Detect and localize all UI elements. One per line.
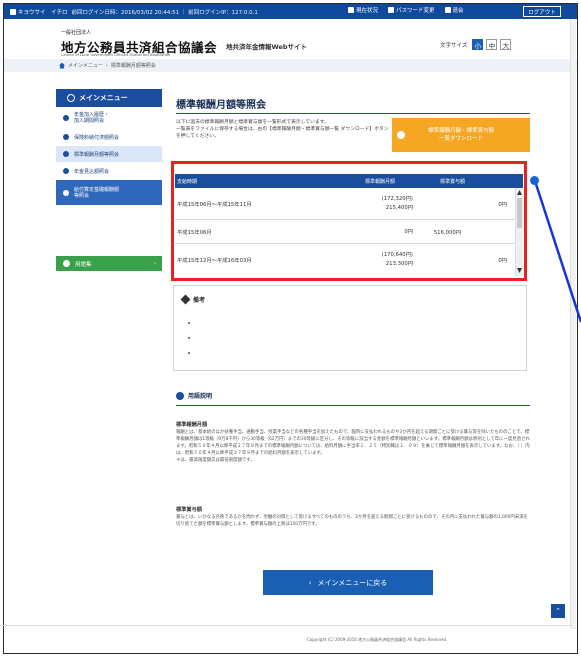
callout-marker-dot xyxy=(530,176,539,185)
download-button-label: 標準報酬月額・標準賞与額 一覧ダウンロード xyxy=(427,128,494,142)
download-icon xyxy=(397,131,405,139)
user-icon xyxy=(10,8,16,15)
table-highlight-box xyxy=(171,161,527,281)
question-icon xyxy=(176,391,184,400)
glossary-divider xyxy=(176,405,530,406)
lock-icon xyxy=(388,7,395,13)
term-text-monthly: 報酬とは、基本給のほか扶養手当、通勤手当、残業手当などの各種手当を加えたもので、… xyxy=(176,430,530,463)
sidebar-item-label: 年金見込額照会 xyxy=(74,168,110,175)
user-name: キヨウサイ イチロ xyxy=(10,8,68,16)
breadcrumb-current: 標準報酬月額等照会 xyxy=(110,63,156,69)
font-size-switcher: 文字サイズ 小 中 大 xyxy=(440,39,512,50)
chevron-up-icon: ⌃ xyxy=(555,607,561,615)
top-bar: キヨウサイ イチロ 前回ログイン日時：2016/03/02 20:44:51 ｜… xyxy=(4,4,577,19)
chevron-left-icon: ‹ xyxy=(308,578,312,587)
sidebar-item-label: 年金加入履歴・ 加入期間照会 xyxy=(74,112,110,124)
password-link[interactable]: パスワード変更 xyxy=(388,6,435,14)
font-size-small-button[interactable]: 小 xyxy=(472,39,484,50)
chevron-right-icon: › xyxy=(154,260,156,267)
sidebar-heading: メインメニュー xyxy=(56,89,162,107)
font-size-label: 文字サイズ xyxy=(440,42,468,49)
page-top-button[interactable]: ⌃ xyxy=(551,604,565,618)
copyright: Copyright (C) 2009-2016 地方公務員共済組合協議会 All… xyxy=(307,637,448,642)
home-icon[interactable] xyxy=(59,62,65,69)
sidebar-item-label: 保険料納付済額照会 xyxy=(74,134,120,141)
breadcrumb-menu-link[interactable]: メインメニュー xyxy=(68,62,103,69)
user-label: キヨウサイ イチロ xyxy=(18,9,68,16)
breadcrumb-separator: › xyxy=(105,62,108,69)
term-title-bonus: 標準賞与額 xyxy=(176,507,202,513)
intro-text: 以下に過去の標準報酬月額と標準賞与額を一覧形式で表示しています。 一覧表をファイ… xyxy=(176,120,389,139)
remarks-box: 備考 xyxy=(173,285,527,371)
remarks-title-label: 備考 xyxy=(193,297,206,304)
sidebar-item-label: 標準報酬月額等照会 xyxy=(74,151,120,158)
withdraw-link[interactable]: 退会 xyxy=(444,6,464,14)
sidebar-item-label: 給付算定基礎報酬額 等照会 xyxy=(74,186,120,199)
term-text-bonus: 賞与とは、いかなる名称であるかを問わず、労働の対償として受けるすべてのもののうち… xyxy=(176,515,528,527)
glossary-label: 用語集 xyxy=(75,261,92,268)
password-link-label: パスワード変更 xyxy=(396,8,435,14)
remarks-title: 備考 xyxy=(180,294,206,305)
status-link-label: 現在状況 xyxy=(356,8,379,14)
title-divider xyxy=(176,113,530,114)
status-icon xyxy=(348,7,354,13)
glossary-section-label: 用語説明 xyxy=(188,393,213,400)
glossary-button[interactable]: 用語集 › xyxy=(56,256,162,271)
back-to-menu-button[interactable]: ‹ メインメニューに戻る xyxy=(263,570,433,595)
page-title: 標準報酬月額等照会 xyxy=(176,100,266,111)
withdraw-link-label: 退会 xyxy=(452,8,464,14)
login-info: 前回ログイン日時：2016/03/02 20:44:51 ｜ 前回ログインIP：… xyxy=(71,9,258,16)
sidebar-item-enrollment-history[interactable]: 年金加入履歴・ 加入期間照会 xyxy=(56,107,162,128)
breadcrumb: メインメニュー › 標準報酬月額等照会 xyxy=(4,59,577,72)
sidebar-menu: 年金加入履歴・ 加入期間照会 保険料納付済額照会 標準報酬月額等照会 年金見込額… xyxy=(56,107,162,205)
org-english-name: Council of Local Government Officials Mu… xyxy=(61,53,171,57)
person-icon xyxy=(444,7,451,13)
sidebar-item-pension-estimate[interactable]: 年金見込額照会 xyxy=(56,162,162,179)
footer-divider xyxy=(0,625,573,626)
download-button[interactable]: 標準報酬月額・標準賞与額 一覧ダウンロード xyxy=(392,118,530,152)
sidebar-heading-label: メインメニュー xyxy=(79,94,128,102)
remarks-bullet xyxy=(188,352,190,354)
term-title-monthly: 標準報酬月額 xyxy=(176,422,208,428)
remarks-bullet xyxy=(188,337,190,339)
back-to-menu-label: メインメニューに戻る xyxy=(317,578,388,587)
font-size-medium-button[interactable]: 中 xyxy=(486,39,498,50)
logout-button[interactable]: ログアウト xyxy=(523,6,561,17)
top-links: 現在状況 パスワード変更 退会 xyxy=(348,6,464,14)
org-type: 一般社団法人 xyxy=(61,30,92,36)
remarks-bullet xyxy=(188,322,190,324)
sidebar-item-premium-paid[interactable]: 保険料納付済額照会 xyxy=(56,128,162,145)
glossary-icon xyxy=(63,260,70,267)
sidebar-item-standard-remuneration[interactable]: 標準報酬月額等照会 xyxy=(56,145,162,162)
site-name: 地共済年金情報Webサイト xyxy=(226,43,307,51)
sidebar-item-benefit-basis[interactable]: 給付算定基礎報酬額 等照会 xyxy=(56,179,162,205)
status-link[interactable]: 現在状況 xyxy=(348,6,378,14)
pencil-icon xyxy=(180,294,191,305)
menu-circle-icon xyxy=(67,94,75,102)
glossary-section-title: 用語説明 xyxy=(176,391,212,400)
site-header: 一般社団法人 地方公務員共済組合協議会 Council of Local Gov… xyxy=(4,19,577,59)
font-size-large-button[interactable]: 大 xyxy=(500,39,512,50)
page-scrollbar[interactable] xyxy=(570,19,576,629)
